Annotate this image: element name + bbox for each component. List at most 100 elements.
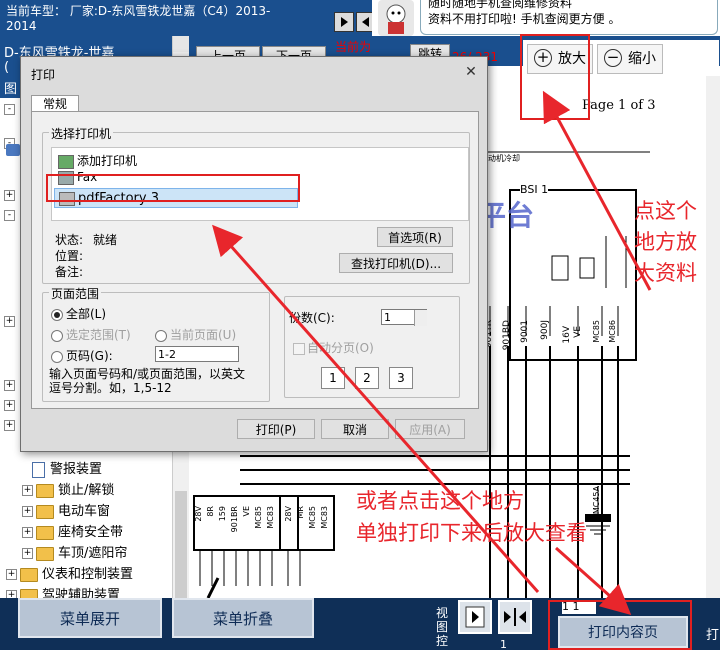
view-single-button[interactable]: [458, 600, 492, 634]
expand-icon[interactable]: +: [6, 569, 17, 580]
radio-icon: [51, 350, 63, 363]
comment-label: 备注:: [55, 265, 84, 279]
tree-item[interactable]: + 锁止/解锁: [22, 479, 114, 498]
range-selection-radio[interactable]: 选定范围(T): [51, 326, 131, 343]
mobile-promo-banner[interactable]: 随时随地手机查阅维修资料 资料不用打印啦! 手机查阅更方便 。: [372, 0, 720, 36]
folder-icon: [36, 525, 54, 540]
status-label: 状态:: [55, 233, 84, 247]
printer-highlight-frame: [46, 174, 300, 202]
tree-expander[interactable]: +: [4, 380, 15, 391]
tree-expander[interactable]: -: [4, 210, 15, 221]
print-button[interactable]: 打印(P): [237, 419, 315, 439]
radio-selected-icon: [51, 308, 63, 321]
wire-label: 9001: [520, 320, 530, 343]
wire-label: MR: [296, 506, 305, 519]
play-right-icon: [341, 17, 348, 27]
pages-input[interactable]: 1-2: [155, 346, 239, 362]
vehicle-line-2: 2014: [6, 19, 37, 33]
range-hint-line-2: 逗号分割。如，1,5-12: [49, 381, 172, 395]
collapse-menu-button[interactable]: 菜单折叠: [172, 598, 314, 638]
expand-icon[interactable]: +: [6, 590, 17, 598]
tree-item[interactable]: + 车顶/遮阳帘: [22, 542, 127, 561]
copies-group: 份数(C): 1 自动分页(O) 1 2 3: [284, 296, 460, 398]
preferences-button[interactable]: 首选项(R): [377, 227, 453, 247]
tree-item[interactable]: + 驾驶辅助装置: [6, 584, 120, 598]
collate-checkbox[interactable]: 自动分页(O): [293, 339, 374, 356]
select-printer-group: 选择打印机 添加打印机 Fax pdfFactory 3 状态: 就绪 位置: …: [42, 125, 470, 284]
wire-label: MC85: [592, 320, 601, 343]
annotation-print-line-1: 或者点击这个地方: [356, 489, 524, 513]
page-indicator: 1: [500, 638, 507, 651]
view-split-button[interactable]: [498, 600, 532, 634]
view-control-label: 视图控: [436, 606, 449, 648]
location-label: 位置:: [55, 249, 84, 263]
zoom-out-button[interactable]: − 缩小: [597, 44, 663, 74]
tree-node-icon: [6, 144, 20, 156]
tree-expander[interactable]: -: [4, 104, 15, 115]
apply-button[interactable]: 应用(A): [395, 419, 465, 439]
folder-icon: [36, 546, 54, 561]
select-printer-legend: 选择打印机: [49, 125, 114, 142]
wire-label: VE: [573, 326, 583, 338]
scroll-up-arrow[interactable]: [173, 36, 189, 52]
cancel-button[interactable]: 取消: [321, 419, 389, 439]
split-view-icon: [504, 608, 526, 626]
radio-icon: [51, 329, 63, 342]
mascot-icon: [386, 4, 406, 34]
wire-label: 159: [218, 506, 227, 522]
dialog-title: 打印: [31, 68, 56, 82]
status-value: 就绪: [93, 233, 118, 247]
forward-button[interactable]: [334, 12, 354, 32]
expand-icon[interactable]: +: [22, 506, 33, 517]
expand-menu-button[interactable]: 菜单展开: [18, 598, 162, 638]
find-printer-button[interactable]: 查找打印机(D)...: [339, 253, 453, 273]
tree-expander[interactable]: +: [4, 420, 15, 431]
tree-expander[interactable]: +: [4, 190, 15, 201]
wire-label: 28V: [284, 506, 293, 522]
copies-label: 份数(C):: [289, 311, 335, 325]
model-title-2: (: [4, 60, 10, 75]
tree-expander[interactable]: +: [4, 400, 15, 411]
tree-item[interactable]: + 座椅安全带: [22, 521, 123, 540]
play-left-icon: [362, 17, 369, 27]
document-scrollbar[interactable]: [706, 76, 720, 598]
expand-icon[interactable]: +: [22, 548, 33, 559]
range-all-radio[interactable]: 全部(L): [51, 305, 106, 322]
wire-label: 901BD: [502, 320, 512, 351]
current-vehicle-label: 当前车型： 厂家:D-东风雪铁龙世嘉（C4）2013- 2014: [6, 4, 326, 34]
dialog-titlebar[interactable]: 打印 ✕: [21, 57, 487, 89]
wire-label: MC86: [608, 320, 617, 343]
wire-label: MC83: [266, 506, 275, 529]
tree-item[interactable]: + 电动车窗: [22, 500, 110, 519]
scroll-thumb[interactable]: [175, 491, 187, 611]
collate-pages-icon: 3: [389, 367, 413, 389]
range-pages-radio[interactable]: 页码(G):: [51, 347, 113, 364]
expand-icon[interactable]: +: [22, 485, 33, 496]
minus-icon: −: [604, 49, 622, 67]
folder-icon: [20, 567, 38, 582]
close-icon[interactable]: ✕: [462, 63, 480, 81]
copies-spinner[interactable]: [414, 310, 427, 326]
printer-item-add[interactable]: 添加打印机: [58, 152, 137, 169]
tree-item[interactable]: + 仪表和控制装置: [6, 563, 133, 582]
promo-line-2: 资料不用打印啦! 手机查阅更方便 。: [428, 12, 621, 26]
collate-pages-icon: 2: [355, 367, 379, 389]
add-printer-icon: [58, 154, 74, 169]
checkbox-icon: [293, 342, 305, 355]
annotation-print-line-2: 单独打印下来后放大查看: [356, 521, 587, 545]
tree-item[interactable]: 警报装置: [22, 458, 102, 478]
page-range-group: 页面范围 全部(L) 选定范围(T) 当前页面(U) 页码(G): 1-2 输入…: [42, 285, 270, 402]
collate-pages-icon: 1: [321, 367, 345, 389]
document-icon: [32, 461, 45, 478]
annotation-zoom-line-3: 大资料: [634, 261, 697, 285]
expand-icon[interactable]: +: [22, 527, 33, 538]
range-current-radio[interactable]: 当前页面(U): [155, 326, 236, 343]
tree-expander[interactable]: +: [4, 316, 15, 327]
mascot-image: [378, 0, 414, 36]
tab-general[interactable]: 常规: [31, 95, 79, 112]
wire-label: MC85: [254, 506, 263, 529]
annotation-zoom-line-1: 点这个: [634, 199, 697, 223]
folder-icon: [36, 504, 54, 519]
folder-icon: [20, 588, 38, 598]
zoom-highlight-frame: [520, 34, 590, 120]
